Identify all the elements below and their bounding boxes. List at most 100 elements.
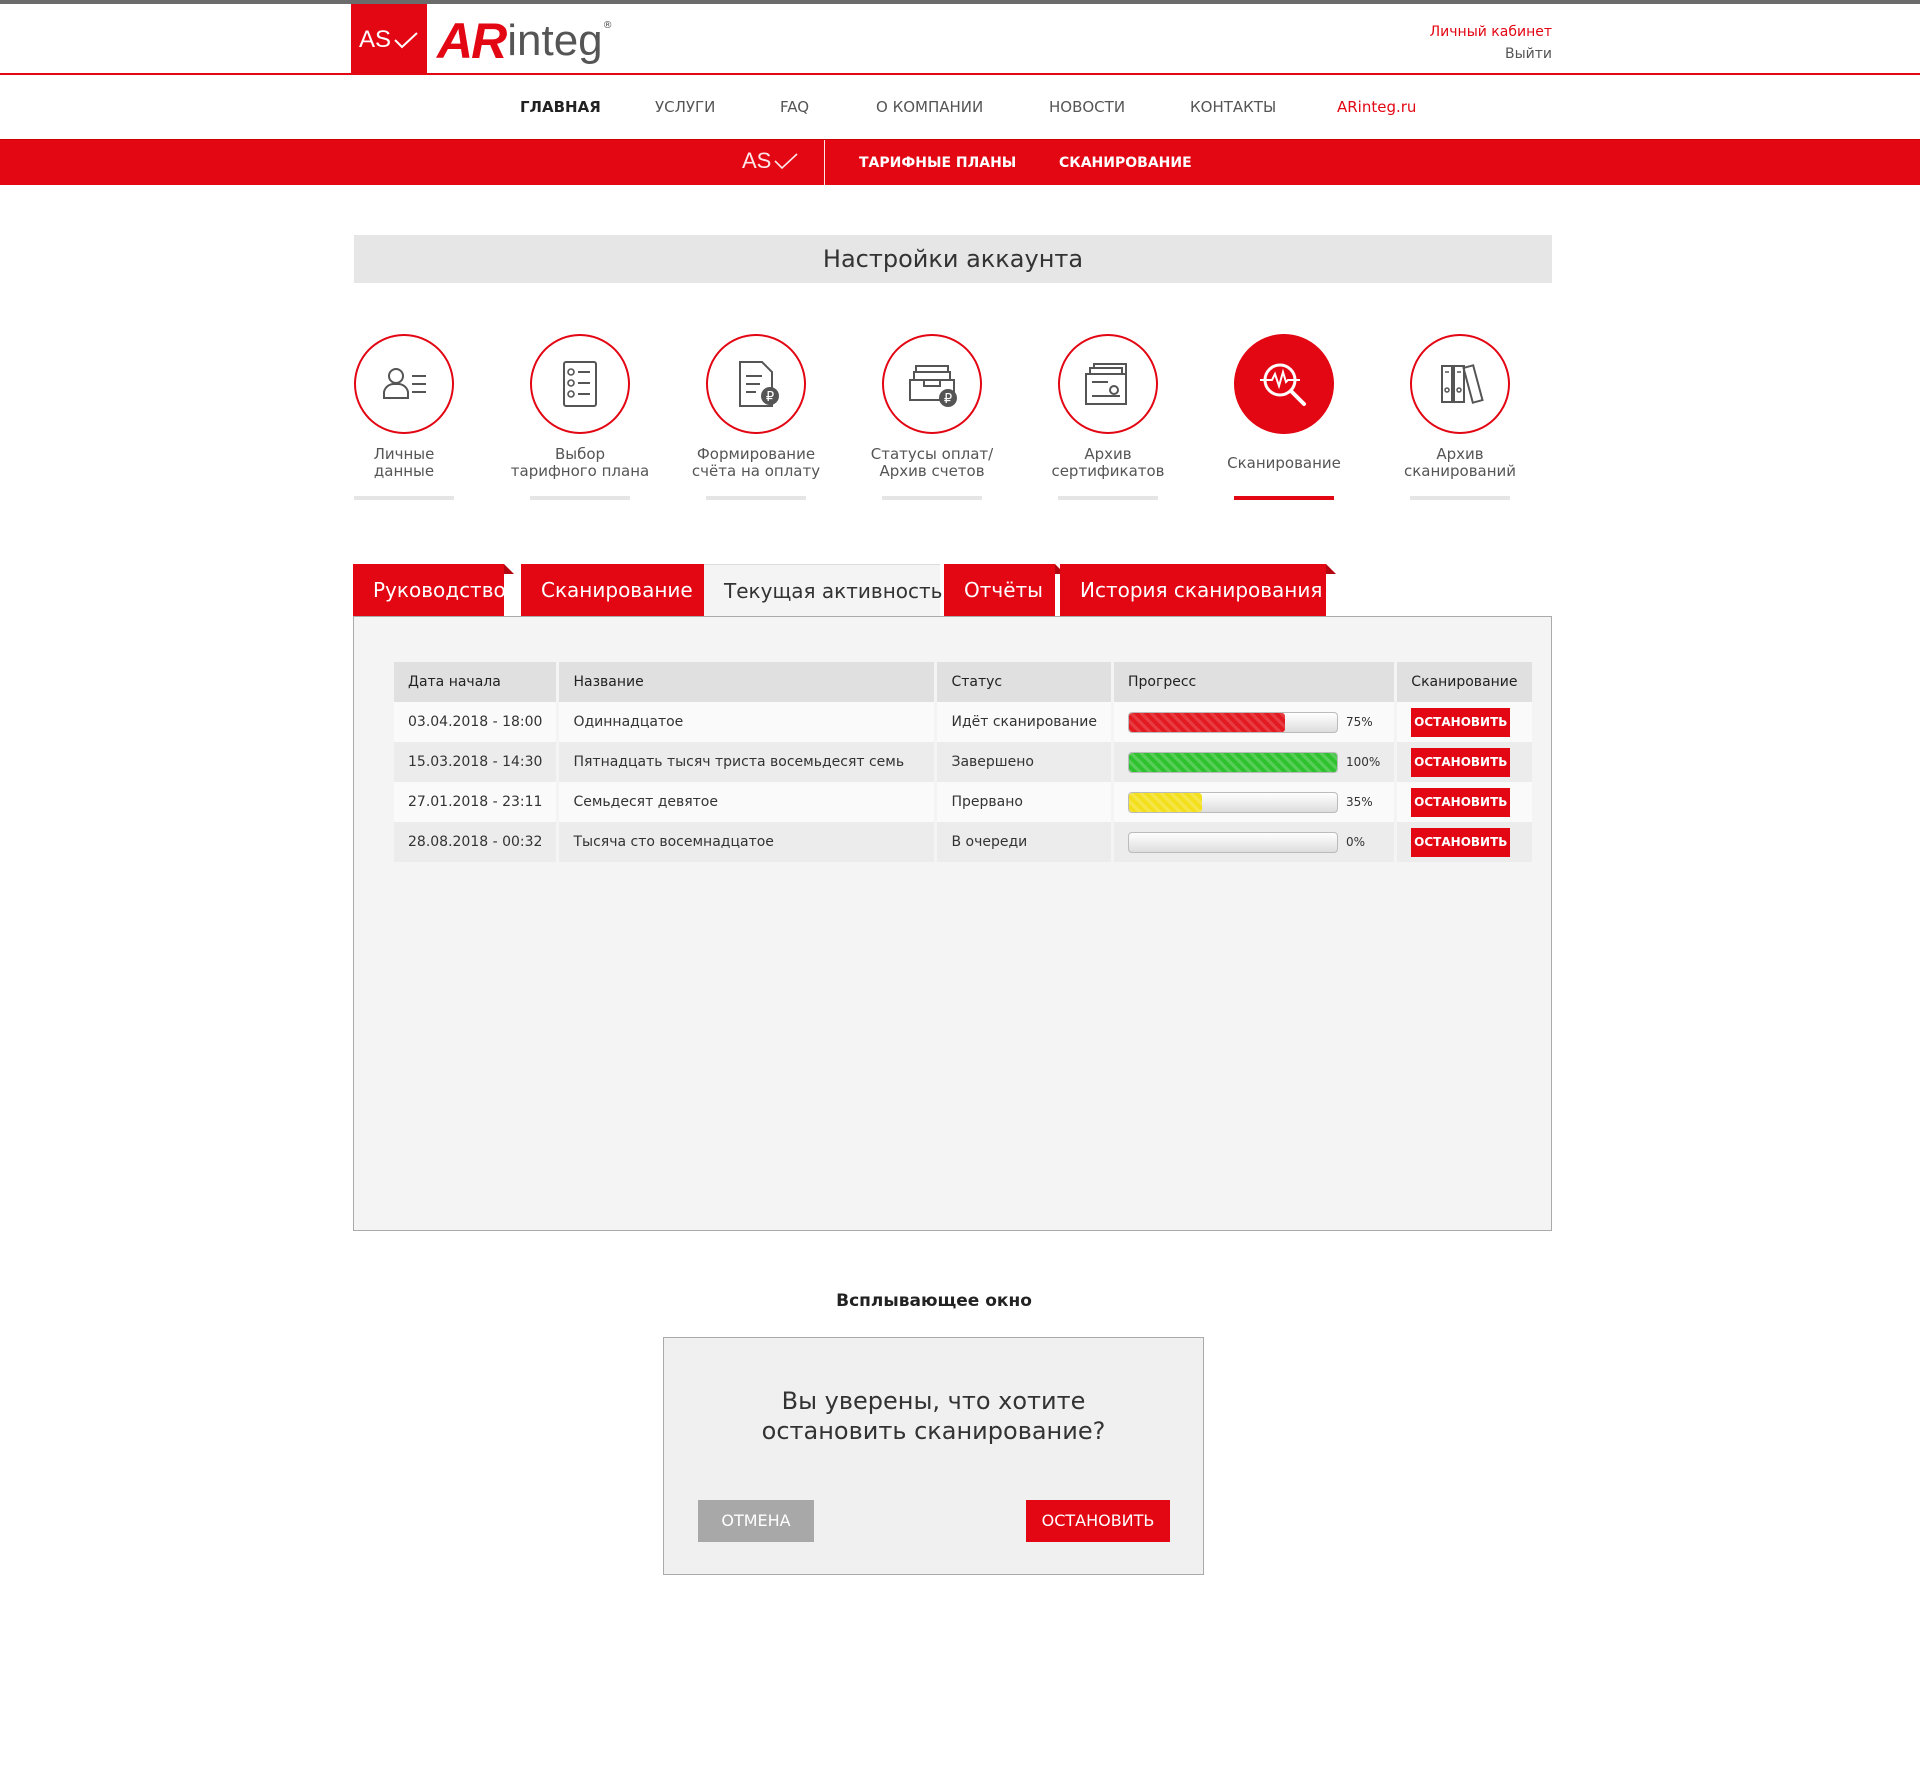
- menu-label-line2: сертификатов: [1051, 462, 1165, 480]
- menu-item-tariff-plan[interactable]: Выбор тарифного плана: [492, 334, 668, 500]
- nav-item-contacts[interactable]: КОНТАКТЫ: [1190, 98, 1276, 116]
- menu-label-line1: Выбор: [554, 445, 606, 463]
- nav-item-home[interactable]: ГЛАВНАЯ: [520, 98, 601, 116]
- cell-date: 28.08.2018 - 00:32: [394, 822, 560, 862]
- menu-label-line2: данные: [373, 462, 435, 480]
- header-date: Дата начала: [394, 662, 560, 702]
- menu-underline: [1058, 496, 1158, 500]
- progress-percent: 0%: [1345, 835, 1366, 849]
- checkmark-icon: [774, 153, 798, 170]
- cell-action: ОСТАНОВИТЬ: [1397, 822, 1535, 862]
- sub-nav-as-text: AS: [742, 148, 772, 173]
- logo-integ: integ: [507, 16, 603, 65]
- dialog-question-line2: остановить сканирование?: [761, 1417, 1106, 1445]
- menu-underline: [882, 496, 982, 500]
- menu-label-line1: Личные: [373, 445, 435, 463]
- confirm-dialog: Вы уверены, что хотите остановить сканир…: [663, 1337, 1204, 1575]
- cell-action: ОСТАНОВИТЬ: [1397, 742, 1535, 782]
- menu-icon-circle: [354, 334, 454, 434]
- popup-section-title: Всплывающее окно: [836, 1291, 1032, 1311]
- menu-item-certificate-archive[interactable]: Архив сертификатов: [1020, 334, 1196, 500]
- stop-scan-button[interactable]: ОСТАНОВИТЬ: [1411, 787, 1511, 817]
- page-title: Настройки аккаунта: [354, 235, 1552, 283]
- cell-date: 27.01.2018 - 23:11: [394, 782, 560, 822]
- menu-label-line1: Сканирование: [1227, 453, 1341, 472]
- menu-item-invoice[interactable]: ₽ Формирование счёта на оплату: [668, 334, 844, 500]
- binders-icon: [1441, 364, 1484, 404]
- menu-label-line1: Архив: [1436, 445, 1484, 463]
- menu-label-line2: сканирований: [1403, 462, 1517, 480]
- invoice-ruble-icon: ₽: [739, 361, 779, 407]
- menu-item-payment-status[interactable]: ₽ Статусы оплат/Архив счетов: [844, 334, 1020, 500]
- table-header-row: Дата начала Название Статус Прогресс Ска…: [394, 662, 1535, 702]
- cell-progress: 100%: [1113, 742, 1398, 782]
- nav-item-services[interactable]: УСЛУГИ: [655, 98, 715, 116]
- cell-progress: 75%: [1113, 702, 1398, 742]
- tab-guide[interactable]: Руководство: [353, 564, 514, 616]
- account-link[interactable]: Личный кабинет: [1430, 21, 1552, 43]
- menu-label: Сканирование: [1196, 446, 1372, 480]
- site-header: AS AR integ ® Личный кабинет Выйти: [0, 4, 1920, 75]
- tab-scanning[interactable]: Сканирование: [521, 564, 714, 616]
- menu-icon-circle: [1234, 334, 1334, 434]
- sub-nav-tariffs[interactable]: ТАРИФНЫЕ ПЛАНЫ: [859, 155, 1016, 171]
- menu-underline: [530, 496, 630, 500]
- cell-status: Завершено: [937, 742, 1114, 782]
- menu-label: Архив сертификатов: [1020, 446, 1196, 480]
- logo-registered-mark: ®: [602, 20, 613, 31]
- header-scanning: Сканирование: [1397, 662, 1535, 702]
- as-logo-text: AS: [358, 25, 391, 53]
- menu-item-scanning[interactable]: Сканирование: [1196, 334, 1372, 500]
- progress-fill: [1128, 752, 1337, 772]
- menu-label-line1: Статусы оплат/: [870, 445, 994, 463]
- confirm-stop-button[interactable]: ОСТАНОВИТЬ: [1026, 1500, 1170, 1542]
- menu-icon-circle: [530, 334, 630, 434]
- cell-progress: 35%: [1113, 782, 1398, 822]
- progress-fill: [1128, 792, 1202, 812]
- svg-text:₽: ₽: [944, 392, 952, 407]
- progress-bar: [1127, 831, 1338, 853]
- main-nav: ГЛАВНАЯ УСЛУГИ FAQ О КОМПАНИИ НОВОСТИ КО…: [0, 77, 1920, 139]
- progress-percent: 35%: [1345, 795, 1373, 809]
- menu-icon-circle: [1410, 334, 1510, 434]
- logout-link[interactable]: Выйти: [1430, 43, 1552, 65]
- cell-status: Идёт сканирование: [937, 702, 1114, 742]
- nav-item-arinteg-site[interactable]: ARinteg.ru: [1337, 98, 1416, 116]
- sub-nav-scanning[interactable]: СКАНИРОВАНИЕ: [1059, 155, 1192, 171]
- menu-label: Личные данные: [316, 446, 492, 480]
- cell-status: В очереди: [937, 822, 1114, 862]
- nav-item-faq[interactable]: FAQ: [780, 98, 809, 116]
- tab-scan-history[interactable]: История сканирования: [1060, 564, 1336, 616]
- menu-label-line2: счёта на оплату: [691, 462, 821, 480]
- activity-panel: Дата начала Название Статус Прогресс Ска…: [353, 616, 1552, 1231]
- magnifier-pulse-icon: [1260, 363, 1306, 406]
- menu-underline: [354, 496, 454, 500]
- nav-item-about[interactable]: О КОМПАНИИ: [876, 98, 983, 116]
- stop-scan-button[interactable]: ОСТАНОВИТЬ: [1411, 827, 1511, 857]
- menu-underline: [706, 496, 806, 500]
- cancel-button[interactable]: ОТМЕНА: [698, 1500, 814, 1542]
- menu-icon-circle: [1058, 334, 1158, 434]
- menu-item-personal-data[interactable]: Личные данные: [316, 334, 492, 500]
- cell-name: Тысяча сто восемнадцатое: [559, 822, 938, 862]
- stop-scan-button[interactable]: ОСТАНОВИТЬ: [1411, 707, 1511, 737]
- tab-current-activity[interactable]: Текущая активность: [704, 564, 942, 616]
- sub-nav-as-logo[interactable]: AS: [742, 148, 799, 174]
- header-name: Название: [559, 662, 938, 702]
- table-row: 28.08.2018 - 00:32 Тысяча сто восемнадца…: [394, 822, 1535, 862]
- menu-underline: [1410, 496, 1510, 500]
- activity-table: Дата начала Название Статус Прогресс Ска…: [394, 662, 1535, 862]
- menu-label-line2: Архив счетов: [879, 462, 985, 480]
- menu-icon-circle: ₽: [882, 334, 982, 434]
- stop-scan-button[interactable]: ОСТАНОВИТЬ: [1411, 747, 1511, 777]
- tab-reports[interactable]: Отчёты: [944, 564, 1065, 616]
- cell-progress: 0%: [1113, 822, 1398, 862]
- menu-item-scan-archive[interactable]: Архив сканирований: [1372, 334, 1548, 500]
- svg-text:₽: ₽: [766, 390, 774, 405]
- as-logo[interactable]: AS: [351, 4, 427, 75]
- sub-nav: AS ТАРИФНЫЕ ПЛАНЫ СКАНИРОВАНИЕ: [0, 139, 1920, 186]
- arinteg-logo[interactable]: AR integ ®: [437, 12, 613, 68]
- table-row: 27.01.2018 - 23:11 Семьдесят девятое Пре…: [394, 782, 1535, 822]
- progress-percent: 75%: [1345, 715, 1373, 729]
- nav-item-news[interactable]: НОВОСТИ: [1049, 98, 1125, 116]
